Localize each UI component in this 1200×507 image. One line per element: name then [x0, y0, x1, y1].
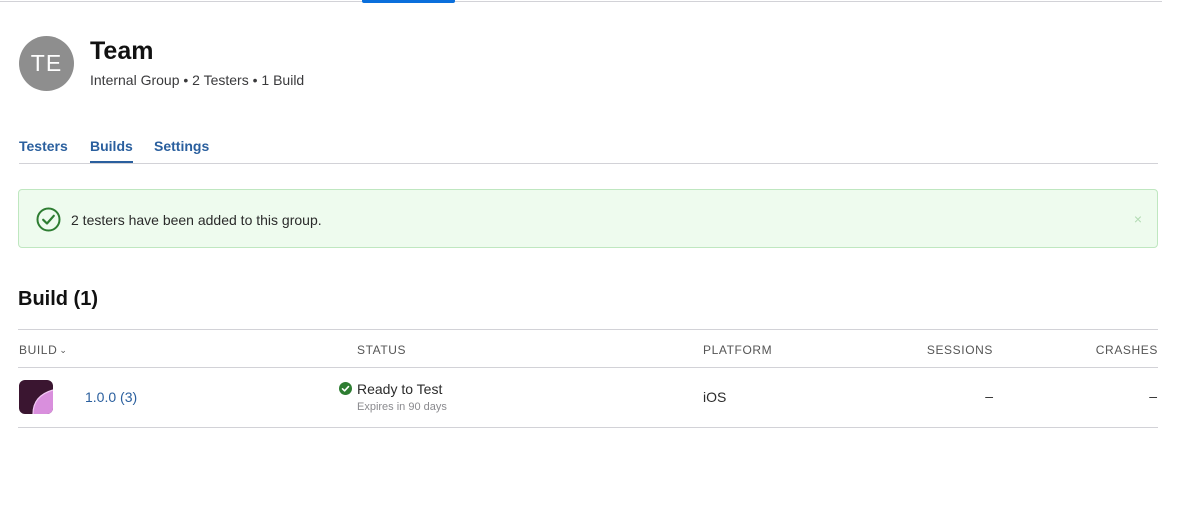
- testflight-group-page: TE Team Internal Group • 2 Testers • 1 B…: [0, 0, 1200, 507]
- top-nav-active-indicator: [362, 0, 455, 3]
- banner-message: 2 testers have been added to this group.: [71, 212, 322, 228]
- column-header-build[interactable]: BUILD ⌄: [19, 343, 68, 357]
- check-circle-icon: [36, 207, 61, 232]
- status-check-icon: [339, 382, 352, 395]
- crashes-value: –: [1149, 388, 1157, 404]
- page-title: Team: [90, 37, 154, 65]
- status-text: Ready to Test: [357, 381, 443, 397]
- status-expiry: Expires in 90 days: [357, 401, 447, 413]
- sessions-value: –: [985, 388, 993, 404]
- tab-settings[interactable]: Settings: [154, 138, 209, 162]
- table-row[interactable]: 1.0.0 (3) Ready to Test Expires in 90 da…: [18, 368, 1158, 428]
- tab-builds[interactable]: Builds: [90, 138, 133, 163]
- column-header-sessions: SESSIONS: [926, 343, 993, 357]
- platform-value: iOS: [703, 389, 727, 405]
- chevron-down-icon: ⌄: [59, 345, 68, 355]
- tab-testers[interactable]: Testers: [19, 138, 68, 162]
- column-header-status: STATUS: [357, 343, 407, 357]
- column-header-platform: PLATFORM: [703, 343, 773, 357]
- success-banner: 2 testers have been added to this group.…: [18, 189, 1158, 248]
- builds-table: BUILD ⌄ STATUS PLATFORM SESSIONS CRASHES …: [18, 329, 1158, 428]
- section-title: Build (1): [18, 288, 98, 310]
- column-header-build-label: BUILD: [19, 343, 58, 357]
- table-header: BUILD ⌄ STATUS PLATFORM SESSIONS CRASHES: [18, 329, 1158, 368]
- tab-bar: Testers Builds Settings: [19, 138, 1158, 164]
- avatar-initials: TE: [30, 50, 63, 76]
- close-icon[interactable]: ×: [1129, 210, 1147, 228]
- group-meta: Internal Group • 2 Testers • 1 Build: [90, 72, 305, 88]
- top-divider: [0, 1, 1162, 2]
- group-avatar: TE: [19, 36, 74, 91]
- app-icon: [19, 380, 53, 414]
- build-link[interactable]: 1.0.0 (3): [85, 389, 137, 405]
- column-header-crashes: CRASHES: [1095, 343, 1158, 357]
